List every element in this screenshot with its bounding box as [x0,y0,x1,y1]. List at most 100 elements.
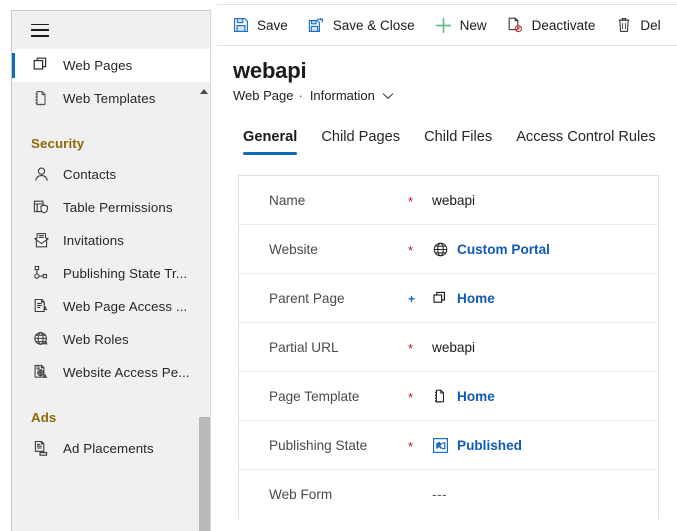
required-indicator: * [408,389,414,405]
field-value-website[interactable]: Custom Portal [432,241,550,258]
hamburger-bar [31,23,49,26]
sidebar-item-web-pages[interactable]: Web Pages [12,49,210,82]
sidebar-scrollbar-thumb[interactable] [199,417,210,531]
sidebar-item-invitations[interactable]: Invitations [12,224,210,257]
save-and-close-button[interactable]: Save & Close [299,9,424,41]
field-label: Partial URL [269,339,339,355]
sidebar-group-security: Security [31,136,85,151]
field-value-text: Custom Portal [457,241,550,257]
sidebar-item-table-permissions[interactable]: Table Permissions [12,191,210,224]
subtitle-separator: · [298,88,303,103]
field-value-text: Published [457,437,522,453]
required-indicator: * [408,438,414,454]
field-value-parent-page[interactable]: Home [432,290,495,307]
sidebar-group-ads: Ads [31,410,57,425]
field-value-text: Home [457,388,495,404]
deactivate-icon [507,17,524,34]
save-button[interactable]: Save [223,9,297,41]
sidebar-item-ad-placements[interactable]: Ad Placements [12,432,210,465]
tab-child-pages[interactable]: Child Pages [309,127,412,147]
web-templates-icon [31,89,51,109]
left-navigation-sidebar: Web Pages Web Templates Security Contact… [11,10,211,531]
command-bar: Save Save & Close New Deactivate Del [217,4,677,46]
record-subtitle: Web Page · Information [233,88,677,103]
field-value-partial-url[interactable]: webapi [432,340,475,355]
field-label: Parent Page [269,290,345,306]
delete-button-label: Del [640,17,661,33]
tab-general[interactable]: General [231,127,309,155]
field-label: Web Form [269,487,333,502]
form-selector-label[interactable]: Information [310,88,375,103]
chevron-down-icon[interactable] [382,92,394,100]
tab-child-files[interactable]: Child Files [412,127,504,147]
field-value-web-form[interactable]: --- [432,487,447,502]
field-value-page-template[interactable]: Home [432,388,495,405]
field-row-website: Website * Custom Portal [239,225,658,274]
field-row-page-template: Page Template * Home [239,372,658,421]
sidebar-item-label: Website Access Pe... [63,365,190,380]
sidebar-item-web-page-access-control-rules[interactable]: Web Page Access ... [12,290,210,323]
scroll-up-arrow-icon[interactable] [200,89,208,95]
sidebar-scrollbar[interactable] [198,87,210,531]
form-tab-strip: General Child Pages Child Files Access C… [231,127,677,159]
field-label: Publishing State [269,437,368,453]
sitemap-header [12,11,210,49]
sidebar-item-publishing-state-transitions[interactable]: Publishing State Tr... [12,257,210,290]
sidebar-item-web-roles[interactable]: Web Roles [12,323,210,356]
deactivate-button-label: Deactivate [531,17,596,33]
field-value-text: Home [457,290,495,306]
save-disk-icon [232,17,249,34]
save-and-close-icon [308,17,325,34]
web-page-access-icon [31,297,51,317]
page-title: webapi [233,58,307,83]
field-row-web-form: Web Form --- [239,470,658,519]
hamburger-icon[interactable] [31,23,49,37]
delete-button[interactable]: Del [606,9,669,41]
required-indicator: * [408,242,414,258]
contact-person-icon [31,165,51,185]
required-indicator: + [408,292,416,306]
plus-icon [435,17,452,34]
field-row-name: Name * webapi [239,176,658,225]
required-indicator: * [408,340,414,356]
field-value-text: --- [432,487,448,502]
new-button-label: New [459,17,487,33]
sidebar-item-contacts[interactable]: Contacts [12,158,210,191]
sidebar-item-website-access-permissions[interactable]: Website Access Pe... [12,356,210,389]
publishing-state-icon [432,437,449,454]
sidebar-item-label: Ad Placements [63,441,154,456]
field-label: Website [269,241,318,257]
table-permissions-icon [31,198,51,218]
field-value-text: webapi [432,339,476,355]
sidebar-item-label: Web Pages [63,58,133,73]
new-button[interactable]: New [426,9,496,41]
field-value-name[interactable]: webapi [432,193,475,208]
deactivate-button[interactable]: Deactivate [498,9,605,41]
sidebar-item-label: Table Permissions [63,200,173,215]
hamburger-bar [31,29,49,31]
delete-trash-icon [615,17,632,34]
entity-name: Web Page [233,88,294,103]
web-roles-globe-icon [31,330,51,350]
publishing-state-transition-icon [31,264,51,284]
website-access-permission-icon [31,363,51,383]
field-value-publishing-state[interactable]: Published [432,437,522,454]
globe-icon [432,241,449,258]
sidebar-scroll-region: Web Pages Web Templates Security Contact… [12,49,210,531]
web-pages-icon [432,290,449,307]
tab-access-control-rules[interactable]: Access Control Rules [504,127,668,147]
sidebar-item-web-templates[interactable]: Web Templates [12,82,210,115]
sidebar-item-label: Contacts [63,167,117,182]
sidebar-item-label: Publishing State Tr... [63,266,188,281]
sidebar-item-label: Web Page Access ... [63,299,188,314]
page-template-icon [432,388,449,405]
invitations-envelope-icon [31,231,51,251]
required-indicator: * [408,193,414,209]
save-and-close-label: Save & Close [332,17,415,33]
general-tab-form-card: Name * webapi Website * Custom Portal Pa… [238,175,659,519]
save-button-label: Save [257,17,288,33]
app-window: Web Pages Web Templates Security Contact… [0,0,677,531]
field-value-text: webapi [432,192,476,208]
field-row-parent-page: Parent Page + Home [239,274,658,323]
